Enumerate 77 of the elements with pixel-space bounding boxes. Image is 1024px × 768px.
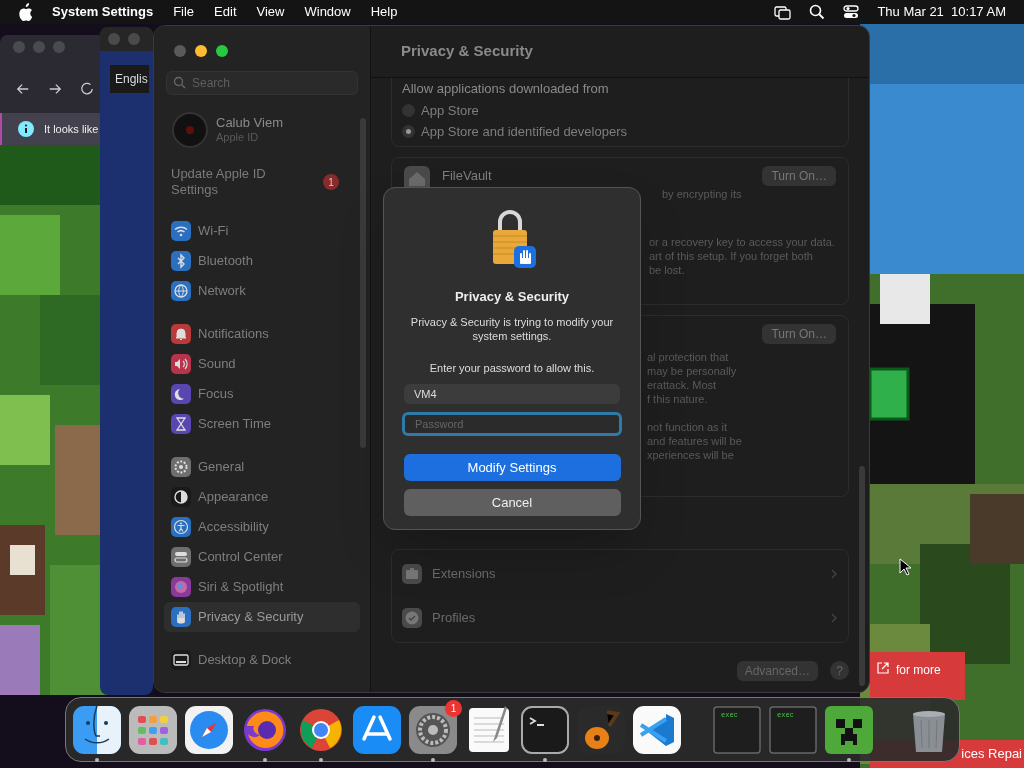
settings-row[interactable]: Profiles <box>392 595 848 640</box>
back-arrow-icon[interactable] <box>16 82 30 96</box>
radio-label[interactable]: App Store <box>421 100 479 120</box>
cancel-button[interactable]: Cancel <box>403 489 621 516</box>
settings-row[interactable]: Extensions <box>392 551 848 596</box>
dialog-title: Privacy & Security <box>454 288 570 306</box>
sidebar-item[interactable]: Network <box>164 276 360 306</box>
turn-on-button[interactable]: Turn On… <box>762 165 836 186</box>
sidebar-item[interactable]: Privacy & Security <box>164 602 360 632</box>
menu-item[interactable]: View <box>256 2 285 22</box>
sidebar-item[interactable]: Wi-Fi <box>164 216 360 246</box>
setting-description: not function as it <box>647 419 729 434</box>
app-store-icon[interactable] <box>353 705 401 754</box>
chevron-icon <box>830 611 838 624</box>
sidebar-item[interactable]: Focus <box>164 379 360 409</box>
search-icon[interactable] <box>809 4 826 20</box>
menu-item[interactable]: Edit <box>214 2 237 22</box>
setting-description: erattack. Most <box>647 377 718 392</box>
account-name[interactable]: Calub Viem <box>216 115 283 132</box>
external-link-icon <box>876 661 890 675</box>
password-field[interactable]: Password <box>402 412 622 436</box>
menu-item[interactable]: Window <box>304 2 351 22</box>
help-button[interactable]: ? <box>830 661 849 680</box>
dialog-message: Privacy & Security is trying to modify your system settings. <box>409 314 615 343</box>
window-control-icon[interactable] <box>216 45 228 57</box>
sidebar-item[interactable]: Screen Time <box>164 409 360 439</box>
modify-settings-button[interactable]: Modify Settings <box>403 454 621 481</box>
app-grid-icon[interactable] <box>129 705 177 754</box>
puzzle-icon <box>402 563 422 584</box>
window-title: Privacy & Security <box>401 41 533 62</box>
info-icon <box>18 121 34 137</box>
sidebar-item[interactable]: Desktop & Dock <box>164 645 360 675</box>
window-control-icon[interactable] <box>195 45 207 57</box>
creeper-icon[interactable] <box>825 705 873 754</box>
chevron-icon <box>830 567 838 580</box>
sidebar-item[interactable]: Sound <box>164 349 360 379</box>
gear-icon[interactable] <box>409 705 457 754</box>
scrollbar[interactable] <box>360 118 366 448</box>
notification-text: It looks like <box>44 121 99 137</box>
dialog-prompt: Enter your password to allow this. <box>429 360 595 376</box>
radio-button[interactable] <box>402 125 415 139</box>
menu-item[interactable]: File <box>173 2 195 22</box>
sidebar-item[interactable]: Notifications <box>164 319 360 349</box>
section-label: Allow applications downloaded from <box>402 80 610 98</box>
screen-mirroring-icon[interactable] <box>774 4 792 20</box>
app-menu[interactable]: System Settings <box>52 2 154 22</box>
language-button[interactable]: Englis <box>110 65 149 93</box>
menu-bar-clock[interactable]: Thu Mar 21 10:17 AM <box>877 2 1006 22</box>
turn-on-button[interactable]: Turn On… <box>762 323 836 344</box>
notification-badge: 1 <box>323 174 339 190</box>
terminal-icon[interactable] <box>521 705 569 754</box>
sidebar-item[interactable]: General <box>164 452 360 482</box>
check-seal-icon <box>402 607 422 628</box>
radio-label[interactable]: App Store and identified developers <box>421 122 627 142</box>
control-center-icon[interactable] <box>843 4 860 20</box>
code-editor-icon[interactable] <box>633 705 681 754</box>
username-field[interactable]: VM4 <box>404 384 620 404</box>
reload-icon[interactable] <box>80 81 94 97</box>
cursor-icon <box>899 558 911 576</box>
scrollbar[interactable] <box>859 466 865 686</box>
finder-icon[interactable] <box>73 705 121 754</box>
sidebar-item[interactable]: Appearance <box>164 482 360 512</box>
footer-text: ices Repai <box>961 745 1022 764</box>
sidebar-item[interactable]: Control Center <box>164 542 360 572</box>
sidebar-item[interactable]: Accessibility <box>164 512 360 542</box>
apple-logo-icon[interactable] <box>18 2 34 22</box>
menu-item[interactable]: Help <box>370 2 398 22</box>
banner-text: for more <box>896 662 941 679</box>
compass-icon[interactable] <box>185 705 233 754</box>
setting-description: by encrypting its <box>662 187 743 202</box>
search-icon <box>173 76 186 89</box>
forward-arrow-icon[interactable] <box>48 82 62 96</box>
setting-title: FileVault <box>442 166 493 185</box>
sidebar-item[interactable]: Siri & Spotlight <box>164 572 360 602</box>
notification-badge: 1 <box>445 699 462 717</box>
update-apple-id-link[interactable]: Update Apple ID Settings <box>171 166 301 198</box>
sidebar-item[interactable]: Bluetooth <box>164 246 360 276</box>
